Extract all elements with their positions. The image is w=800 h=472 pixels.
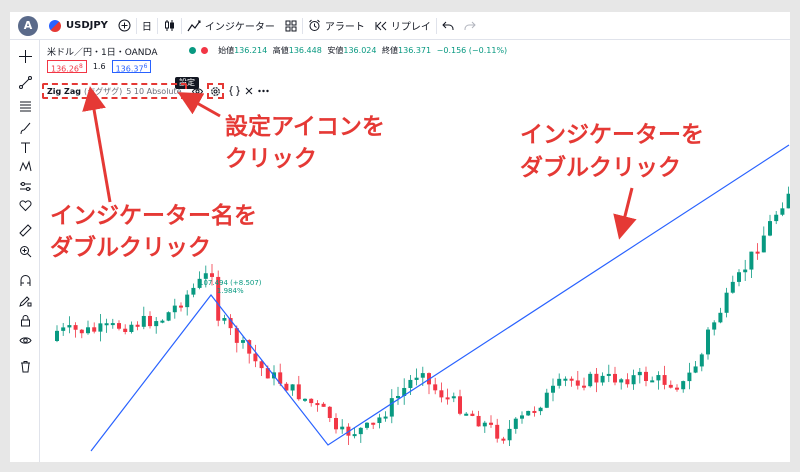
annotation-indicator-line2: ダブルクリック [520,155,681,181]
annotation-indicator-line1: インジケーターを [520,122,704,148]
annotation-name-line1: インジケーター名を [50,203,257,229]
arrow-to-indicator-name [82,86,112,203]
annotation-settings-line1: 設定アイコンを [225,114,385,140]
app-window: A USDJPY 日 インジケーター アラート リプレイ 米ドル／円・1日・OA… [10,12,790,462]
arrow-to-indicator-line [613,187,637,240]
arrow-to-settings-icon [177,92,221,118]
annotation-name-line2: ダブルクリック [50,235,211,261]
annotation-settings-line2: クリック [225,146,317,172]
